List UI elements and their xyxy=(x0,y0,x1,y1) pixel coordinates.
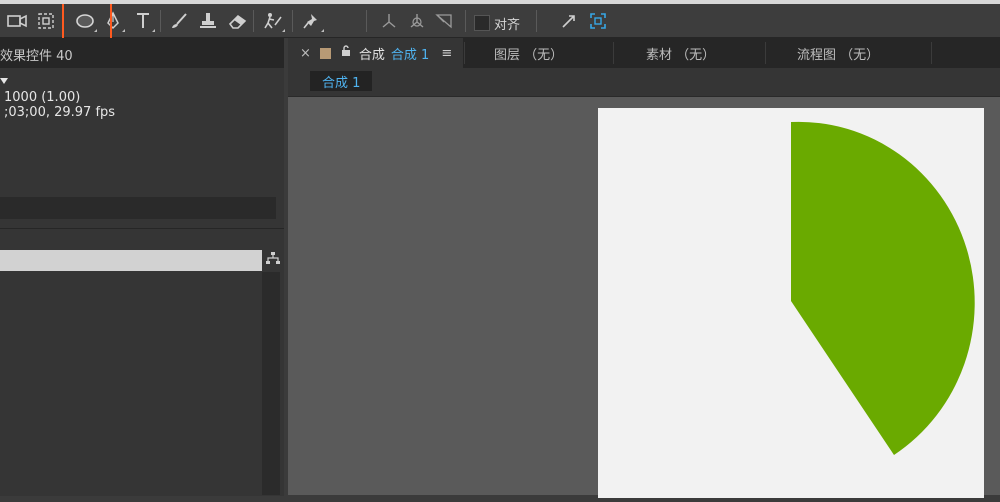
align-label: 对齐 xyxy=(494,18,521,33)
composition-panel: × 合成 合成 1 ≡ 图层 （无） 素材 （无） 流程图 （无） 合成 1 xyxy=(288,38,1000,498)
tab-composition-name: 合成 1 xyxy=(390,47,430,63)
toolbar-divider xyxy=(536,10,537,32)
type-tool[interactable] xyxy=(130,8,156,34)
snap-target-toggle[interactable] xyxy=(585,8,611,34)
eraser-tool-icon xyxy=(227,12,249,30)
camera-icon xyxy=(6,13,28,29)
clone-stamp-icon xyxy=(198,11,218,31)
snapping-toggle[interactable] xyxy=(556,8,582,34)
comp-info-size: 1000 (1.00) xyxy=(4,90,81,105)
eraser-tool[interactable] xyxy=(225,8,251,34)
comp-breadcrumb[interactable]: 合成 1 xyxy=(310,71,373,91)
world-axis-mode[interactable] xyxy=(404,8,430,34)
panel-menu-icon[interactable]: ≡ xyxy=(441,46,452,61)
canvas-shapes xyxy=(791,121,975,455)
tab-divider xyxy=(765,42,766,64)
local-axis-icon xyxy=(379,11,399,31)
puppet-pin-tool[interactable] xyxy=(299,8,325,34)
comp-info-duration: ;03;00, 29.97 fps xyxy=(4,105,116,120)
flowchart-button[interactable] xyxy=(264,251,282,269)
composition-canvas[interactable] xyxy=(598,108,984,498)
composition-navigator: 合成 1 xyxy=(288,68,1000,97)
toolbar-divider xyxy=(292,10,293,32)
viewer-tab-bar: × 合成 合成 1 ≡ 图层 （无） 素材 （无） 流程图 （无） xyxy=(288,38,1000,68)
effect-controls-tab[interactable]: 效果控件 40 xyxy=(0,45,73,64)
camera-tool[interactable] xyxy=(4,8,30,34)
effect-controls-panel: 效果控件 40 1000 (1.00) ;03;00, 29.97 fps xyxy=(0,38,284,496)
type-tool-icon xyxy=(134,11,152,31)
view-axis-icon xyxy=(434,11,454,31)
snapping-icon xyxy=(559,11,579,31)
comp-color-label xyxy=(319,47,331,59)
toolbar-divider xyxy=(465,10,466,32)
project-search-input[interactable] xyxy=(0,250,262,271)
brush-tool[interactable] xyxy=(166,8,192,34)
toolbar-divider xyxy=(366,10,367,32)
toolbar-divider xyxy=(253,10,254,32)
flowchart-icon xyxy=(265,251,281,269)
effect-controls-tab-bar: 效果控件 40 xyxy=(0,38,284,68)
tool-flyout-indicator xyxy=(122,29,125,32)
tab-composition-label: 合成 xyxy=(358,47,385,63)
tool-flyout-indicator xyxy=(282,29,285,32)
world-axis-icon xyxy=(407,11,427,31)
roto-brush-icon xyxy=(262,11,284,31)
green-pie-shape[interactable] xyxy=(791,121,975,455)
effect-controls-bar xyxy=(0,197,276,219)
region-of-interest-icon xyxy=(36,11,56,31)
puppet-pin-icon xyxy=(302,11,322,31)
tool-flyout-indicator xyxy=(152,29,155,32)
brush-tool-icon xyxy=(169,11,189,31)
composition-viewer[interactable] xyxy=(288,97,1000,498)
tab-composition[interactable]: × 合成 合成 1 ≡ xyxy=(288,38,463,68)
tab-divider xyxy=(613,42,614,64)
tool-flyout-indicator xyxy=(321,29,324,32)
toolbar-divider xyxy=(160,10,161,32)
align-checkbox[interactable] xyxy=(474,15,490,31)
tab-footage[interactable]: 素材 （无） xyxy=(646,38,715,68)
clone-stamp-tool[interactable] xyxy=(195,8,221,34)
lock-icon[interactable] xyxy=(341,45,351,61)
snap-target-icon xyxy=(588,11,608,31)
view-axis-mode[interactable] xyxy=(431,8,457,34)
close-tab-icon[interactable]: × xyxy=(300,46,311,61)
project-panel-scrollbar[interactable] xyxy=(262,272,280,495)
tab-divider xyxy=(464,42,465,64)
tab-layer[interactable]: 图层 （无） xyxy=(494,38,563,68)
tools-toolbar: 对齐 xyxy=(0,0,1000,46)
local-axis-mode[interactable] xyxy=(376,8,402,34)
tab-divider xyxy=(931,42,932,64)
roto-brush-tool[interactable] xyxy=(260,8,286,34)
disclosure-triangle-icon[interactable] xyxy=(0,78,8,84)
tab-flowchart[interactable]: 流程图 （无） xyxy=(797,38,879,68)
region-of-interest-tool[interactable] xyxy=(33,8,59,34)
